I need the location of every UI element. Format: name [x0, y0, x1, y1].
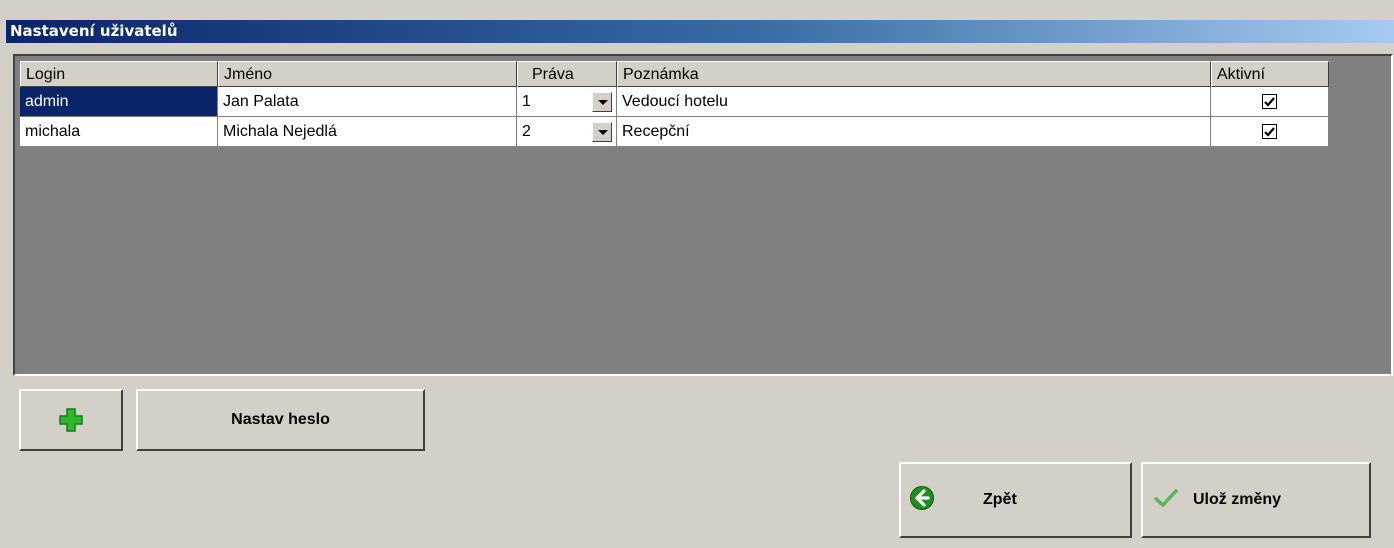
users-table: Login Jméno Práva Poznámka Aktivní admin… [20, 61, 1329, 147]
note-cell[interactable]: Vedoucí hotelu [617, 87, 1211, 117]
col-header-name[interactable]: Jméno [218, 61, 517, 87]
checkmark-icon [1264, 96, 1275, 107]
col-header-note[interactable]: Poznámka [617, 61, 1211, 87]
back-label: Zpět [983, 491, 1017, 508]
back-arrow-icon [909, 485, 935, 516]
save-changes-label: Ulož změny [1193, 491, 1282, 508]
save-changes-button[interactable]: Ulož změny [1141, 462, 1371, 538]
login-cell[interactable]: michala [20, 117, 218, 147]
prava-value: 2 [522, 123, 531, 140]
note-cell[interactable]: Recepční [617, 117, 1211, 147]
add-user-button[interactable] [19, 389, 123, 451]
active-checkbox[interactable] [1262, 94, 1277, 109]
table-row[interactable]: admin Jan Palata 1 Vedoucí hotelu [20, 87, 1329, 117]
window-title: Nastavení uživatelů [6, 20, 1394, 43]
table-row[interactable]: michala Michala Nejedlá 2 Recepční [20, 117, 1329, 147]
checkmark-icon [1264, 126, 1275, 137]
checkmark-icon [1153, 487, 1179, 514]
prava-cell[interactable]: 1 [517, 87, 617, 117]
plus-icon [59, 408, 83, 432]
prava-dropdown-button[interactable] [592, 92, 612, 112]
name-cell[interactable]: Michala Nejedlá [218, 117, 517, 147]
col-header-active[interactable]: Aktivní [1211, 61, 1329, 87]
active-checkbox[interactable] [1262, 124, 1277, 139]
prava-dropdown-button[interactable] [592, 122, 612, 142]
active-cell[interactable] [1211, 87, 1329, 117]
set-password-label: Nastav heslo [231, 411, 330, 428]
col-header-prava[interactable]: Práva [517, 61, 617, 87]
login-cell[interactable]: admin [20, 87, 218, 117]
table-header: Login Jméno Práva Poznámka Aktivní [20, 61, 1329, 87]
set-password-button[interactable]: Nastav heslo [136, 389, 425, 451]
active-cell[interactable] [1211, 117, 1329, 147]
name-cell[interactable]: Jan Palata [218, 87, 517, 117]
back-button[interactable]: Zpět [899, 462, 1132, 538]
prava-cell[interactable]: 2 [517, 117, 617, 147]
users-grid: Login Jméno Práva Poznámka Aktivní admin… [13, 54, 1393, 376]
prava-value: 1 [522, 93, 531, 110]
col-header-login[interactable]: Login [20, 61, 218, 87]
